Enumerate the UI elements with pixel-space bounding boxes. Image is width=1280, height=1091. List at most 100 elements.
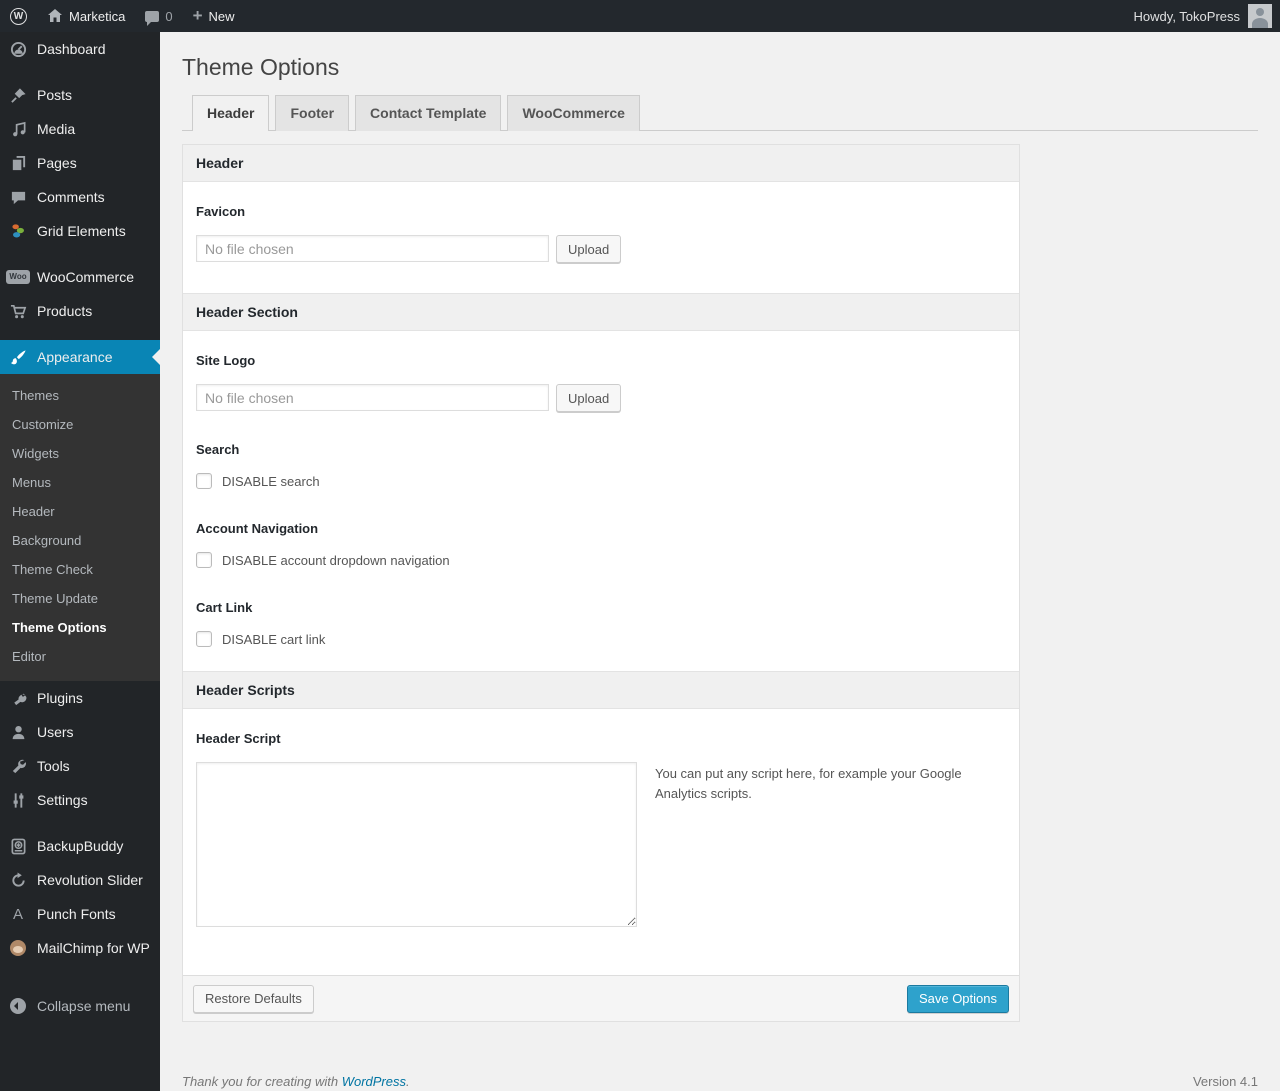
sidebar-item-label: BackupBuddy <box>37 838 124 854</box>
letter-a-icon: A <box>12 905 23 923</box>
search-label: Search <box>196 442 240 457</box>
woocommerce-icon: Woo <box>6 270 30 284</box>
footer-thanks-text: Thank you for creating with WordPress. <box>182 1074 410 1089</box>
sidebar-item-revolution-slider[interactable]: Revolution Slider <box>0 863 160 897</box>
site-logo-label: Site Logo <box>196 353 256 368</box>
header-script-textarea[interactable] <box>196 762 637 927</box>
disable-cart-link-checkbox[interactable] <box>196 631 212 647</box>
sidebar-item-products[interactable]: Products <box>0 294 160 328</box>
section-header: Header <box>183 145 1019 182</box>
sidebar-item-label: Comments <box>37 189 105 205</box>
submenu-item-theme-check[interactable]: Theme Check <box>0 555 160 584</box>
tab-header[interactable]: Header <box>192 95 270 131</box>
sidebar-item-label: Users <box>37 724 74 740</box>
header-section-fields: Site Logo Upload Search DISABLE search A… <box>183 331 1019 671</box>
media-icon <box>8 121 28 138</box>
sidebar-item-settings[interactable]: Settings <box>0 783 160 817</box>
sidebar-item-dashboard[interactable]: Dashboard <box>0 32 160 66</box>
wordpress-menu[interactable]: W <box>0 0 37 32</box>
sidebar-item-plugins[interactable]: Plugins <box>0 681 160 715</box>
favicon-upload-button[interactable]: Upload <box>556 235 622 263</box>
sidebar-item-label: WooCommerce <box>37 269 134 285</box>
sidebar-item-appearance[interactable]: Appearance <box>0 340 160 374</box>
disable-search-label: DISABLE search <box>222 473 320 489</box>
admin-bar: W Marketica 0 + New Howdy, TokoPress <box>0 0 1280 32</box>
wordpress-logo-icon: W <box>10 7 27 25</box>
site-name-link[interactable]: Marketica <box>37 0 135 32</box>
submenu-item-header[interactable]: Header <box>0 497 160 526</box>
pages-icon <box>8 155 28 172</box>
sliders-icon <box>8 792 28 809</box>
brush-icon <box>8 349 28 366</box>
main-content: Theme Options Header Footer Contact Temp… <box>160 32 1280 1091</box>
sidebar-item-label: Grid Elements <box>37 223 126 239</box>
admin-footer: Thank you for creating with WordPress. V… <box>182 1074 1258 1089</box>
tab-footer[interactable]: Footer <box>275 95 350 131</box>
disable-account-nav-checkbox[interactable] <box>196 552 212 568</box>
theme-options-panel: Header Favicon Upload Header Section Sit… <box>182 144 1020 1022</box>
section-header-section: Header Section <box>183 293 1019 331</box>
sidebar-item-posts[interactable]: Posts <box>0 78 160 112</box>
plus-icon: + <box>192 5 203 25</box>
plug-icon <box>8 690 28 707</box>
avatar[interactable] <box>1248 4 1272 28</box>
submenu-item-theme-options[interactable]: Theme Options <box>0 613 160 642</box>
sidebar-item-punch-fonts[interactable]: A Punch Fonts <box>0 897 160 931</box>
submenu-item-editor[interactable]: Editor <box>0 642 160 671</box>
tab-contact-template[interactable]: Contact Template <box>355 95 502 131</box>
favicon-file-input[interactable] <box>196 235 549 262</box>
sidebar-item-woocommerce[interactable]: Woo WooCommerce <box>0 260 160 294</box>
admin-sidebar: Dashboard Posts Media Pages Comments Gri… <box>0 32 160 1091</box>
disable-account-nav-label: DISABLE account dropdown navigation <box>222 552 450 568</box>
howdy-account-link[interactable]: Howdy, TokoPress <box>1134 9 1240 24</box>
page-title: Theme Options <box>182 54 340 80</box>
sidebar-item-tools[interactable]: Tools <box>0 749 160 783</box>
restore-defaults-button[interactable]: Restore Defaults <box>193 984 314 1013</box>
comments-count: 0 <box>165 8 173 24</box>
sidebar-item-label: Collapse menu <box>37 998 131 1014</box>
sidebar-item-label: Posts <box>37 87 73 103</box>
new-content-menu[interactable]: + New <box>183 0 245 32</box>
collapse-arrow-icon <box>8 998 28 1014</box>
mailchimp-monkey-icon <box>8 940 28 956</box>
tab-woocommerce[interactable]: WooCommerce <box>507 95 640 131</box>
sidebar-item-mailchimp[interactable]: MailChimp for WP <box>0 931 160 965</box>
cart-icon <box>8 303 28 320</box>
dashboard-icon <box>8 41 28 58</box>
version-text: Version 4.1 <box>1192 1074 1258 1089</box>
new-label: New <box>208 8 235 24</box>
sidebar-item-backupbuddy[interactable]: BackupBuddy <box>0 829 160 863</box>
disable-cart-link-label: DISABLE cart link <box>222 631 326 647</box>
sidebar-item-label: Tools <box>37 758 70 774</box>
site-logo-file-input[interactable] <box>196 384 549 411</box>
disable-search-checkbox[interactable] <box>196 473 212 489</box>
sidebar-item-media[interactable]: Media <box>0 112 160 146</box>
submenu-item-customize[interactable]: Customize <box>0 410 160 439</box>
sidebar-item-label: Settings <box>37 792 88 808</box>
grid-elements-icon <box>8 223 28 240</box>
save-options-button[interactable]: Save Options <box>906 984 1009 1013</box>
sidebar-item-label: Revolution Slider <box>37 872 143 888</box>
sidebar-item-pages[interactable]: Pages <box>0 146 160 180</box>
submenu-item-menus[interactable]: Menus <box>0 468 160 497</box>
submenu-item-theme-update[interactable]: Theme Update <box>0 584 160 613</box>
wrench-icon <box>8 758 28 775</box>
wordpress-link[interactable]: WordPress <box>342 1074 406 1089</box>
header-script-label: Header Script <box>196 731 281 746</box>
sidebar-item-users[interactable]: Users <box>0 715 160 749</box>
site-logo-upload-button[interactable]: Upload <box>556 384 622 412</box>
footer-thanks-prefix: Thank you for creating with <box>182 1074 342 1089</box>
collapse-menu-button[interactable]: Collapse menu <box>0 989 160 1023</box>
submenu-item-widgets[interactable]: Widgets <box>0 439 160 468</box>
favicon-section: Favicon Upload <box>183 182 1019 293</box>
submenu-item-themes[interactable]: Themes <box>0 381 160 410</box>
sidebar-item-grid-elements[interactable]: Grid Elements <box>0 214 160 248</box>
submenu-item-background[interactable]: Background <box>0 526 160 555</box>
comments-bubble-icon <box>145 10 160 26</box>
sidebar-item-label: Punch Fonts <box>37 906 116 922</box>
site-name-label: Marketica <box>69 8 126 24</box>
tab-bar: Header Footer Contact Template WooCommer… <box>182 95 1258 131</box>
refresh-arrows-icon <box>8 871 28 889</box>
comments-shortcut[interactable]: 0 <box>135 0 182 32</box>
sidebar-item-comments[interactable]: Comments <box>0 180 160 214</box>
